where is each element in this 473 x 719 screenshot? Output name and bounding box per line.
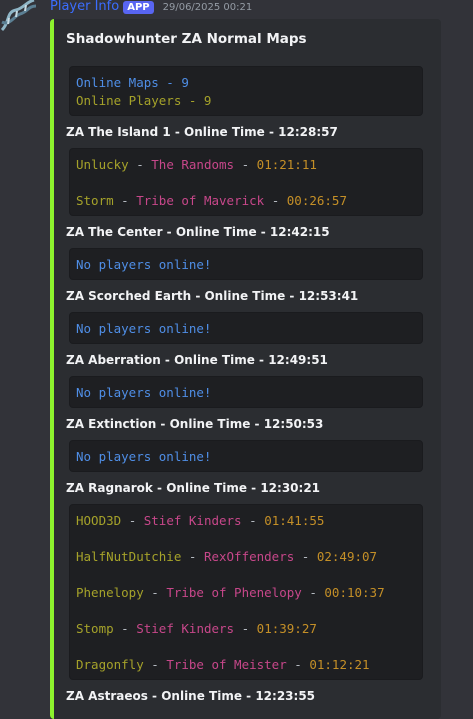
separator: - <box>271 193 280 208</box>
no-players-text: No players online! <box>76 321 212 336</box>
separator: - <box>128 513 137 528</box>
empty-codeblock: No players online! <box>69 312 423 344</box>
separator: - <box>309 585 317 600</box>
field-title: ZA Extinction - Online Time - 12:50:53 <box>66 417 324 431</box>
separator: - <box>301 549 310 564</box>
separator: - <box>241 157 250 172</box>
empty-codeblock: No players online! <box>69 248 423 280</box>
player-row: Phenelopy - Tribe of Phenelopy - 00:10:3… <box>76 585 385 600</box>
player-row: Stomp - Stief Kinders - 01:39:27 <box>76 621 317 636</box>
no-players-text: No players online! <box>76 385 212 400</box>
tribe-name: Stief Kinders <box>143 513 242 528</box>
player-name: Stomp <box>76 621 114 636</box>
separator: - <box>136 157 144 172</box>
field-title: ZA The Island 1 - Online Time - 12:28:57 <box>66 125 338 139</box>
separator: - <box>121 621 129 636</box>
field-title: ZA Ragnarok - Online Time - 12:30:21 <box>66 481 321 495</box>
separator: - <box>188 549 197 564</box>
play-time: 01:41:55 <box>264 513 325 528</box>
play-time: 00:26:57 <box>286 193 347 208</box>
player-name: Dragonfly <box>76 657 144 672</box>
username[interactable]: Player Info <box>50 0 119 14</box>
player-row: Storm - Tribe of Maverick - 00:26:57 <box>76 193 347 208</box>
play-time: 01:21:11 <box>256 157 317 172</box>
separator: - <box>121 193 129 208</box>
online-maps-line: Online Maps - 9 <box>76 75 189 90</box>
empty-codeblock: No players online! <box>69 376 423 408</box>
message-header: Player Info APP 29/06/2025 00:21 <box>50 0 252 14</box>
no-players-text: No players online! <box>76 257 212 272</box>
bot-avatar[interactable] <box>0 0 40 32</box>
separator: - <box>151 585 159 600</box>
player-name: Unlucky <box>76 157 129 172</box>
player-name: Storm <box>76 193 114 208</box>
tribe-name: Tribe of Phenelopy <box>166 585 302 600</box>
timestamp[interactable]: 29/06/2025 00:21 <box>163 2 253 13</box>
player-row: Dragonfly - Tribe of Meister - 01:12:21 <box>76 657 370 672</box>
tribe-name: The Randoms <box>151 157 235 172</box>
separator: - <box>151 657 159 672</box>
player-row: HOOD3D - Stief Kinders - 01:41:55 <box>76 513 324 528</box>
embed-card: Shadowhunter ZA Normal Maps Online Maps … <box>50 19 441 719</box>
tribe-name: Stief Kinders <box>136 621 235 636</box>
tribe-name: Tribe of Meister <box>166 657 287 672</box>
app-badge: APP <box>123 0 154 14</box>
no-players-text: No players online! <box>76 449 212 464</box>
separator: - <box>294 657 302 672</box>
tribe-name: Tribe of Maverick <box>136 193 265 208</box>
players-codeblock: HOOD3D - Stief Kinders - 01:41:55 HalfNu… <box>69 504 423 680</box>
separator: - <box>241 621 250 636</box>
player-row: Unlucky - The Randoms - 01:21:11 <box>76 157 317 172</box>
separator: - <box>249 513 257 528</box>
summary-codeblock: Online Maps - 9 Online Players - 9 <box>69 66 423 116</box>
player-name: Phenelopy <box>76 585 144 600</box>
players-codeblock: Unlucky - The Randoms - 01:21:11 Storm -… <box>69 148 423 216</box>
dna-helix-icon <box>0 0 37 32</box>
field-title: ZA Aberration - Online Time - 12:49:51 <box>66 353 328 367</box>
tribe-name: RexOffenders <box>203 549 295 564</box>
embed-title: Shadowhunter ZA Normal Maps <box>66 31 307 47</box>
play-time: 01:12:21 <box>309 657 370 672</box>
field-title: ZA Astraeos - Online Time - 12:23:55 <box>66 689 316 703</box>
player-name: HOOD3D <box>76 513 122 528</box>
online-players-line: Online Players - 9 <box>76 93 212 108</box>
player-row: HalfNutDutchie - RexOffenders - 02:49:07 <box>76 549 377 564</box>
play-time: 02:49:07 <box>316 549 378 564</box>
play-time: 01:39:27 <box>256 621 317 636</box>
play-time: 00:10:37 <box>324 585 385 600</box>
field-title: ZA Scorched Earth - Online Time - 12:53:… <box>66 289 359 303</box>
empty-codeblock: No players online! <box>69 440 423 472</box>
field-title: ZA The Center - Online Time - 12:42:15 <box>66 225 330 239</box>
player-name: HalfNutDutchie <box>76 549 182 564</box>
